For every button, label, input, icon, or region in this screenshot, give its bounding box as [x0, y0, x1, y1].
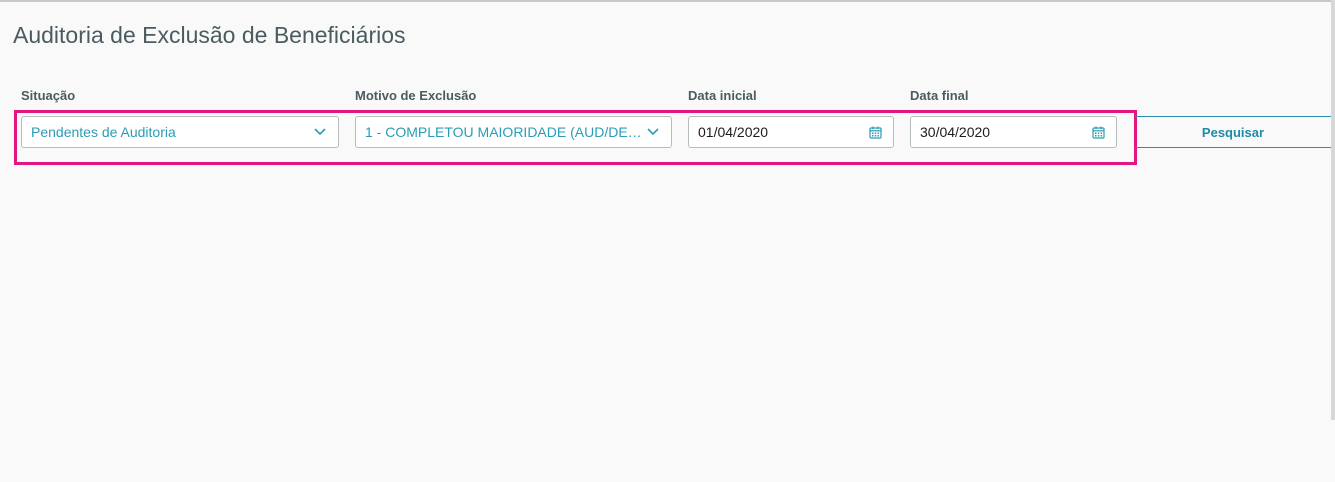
chevron-down-icon[interactable] — [312, 124, 328, 140]
chevron-down-icon[interactable] — [645, 124, 661, 140]
situacao-select[interactable]: Pendentes de Auditoria — [21, 116, 339, 148]
pesquisar-button[interactable]: Pesquisar — [1135, 116, 1331, 148]
data-final-label: Data final — [910, 88, 969, 103]
calendar-icon[interactable] — [1090, 124, 1106, 140]
calendar-icon[interactable] — [867, 124, 883, 140]
page-title: Auditoria de Exclusão de Beneficiários — [13, 22, 406, 48]
situacao-label: Situação — [21, 88, 76, 103]
top-border — [0, 0, 1331, 2]
data-inicial-value: 01/04/2020 — [698, 124, 769, 140]
data-inicial-label: Data inicial — [688, 88, 757, 103]
scrollbar[interactable] — [1331, 0, 1335, 420]
motivo-label: Motivo de Exclusão — [355, 88, 477, 103]
motivo-select-value: 1 - COMPLETOU MAIORIDADE (AUD/DE… — [365, 124, 642, 140]
data-inicial-input[interactable]: 01/04/2020 — [688, 116, 894, 148]
data-final-input[interactable]: 30/04/2020 — [910, 116, 1117, 148]
data-final-value: 30/04/2020 — [920, 124, 991, 140]
situacao-select-value: Pendentes de Auditoria — [31, 124, 176, 140]
motivo-select[interactable]: 1 - COMPLETOU MAIORIDADE (AUD/DE… — [355, 116, 672, 148]
